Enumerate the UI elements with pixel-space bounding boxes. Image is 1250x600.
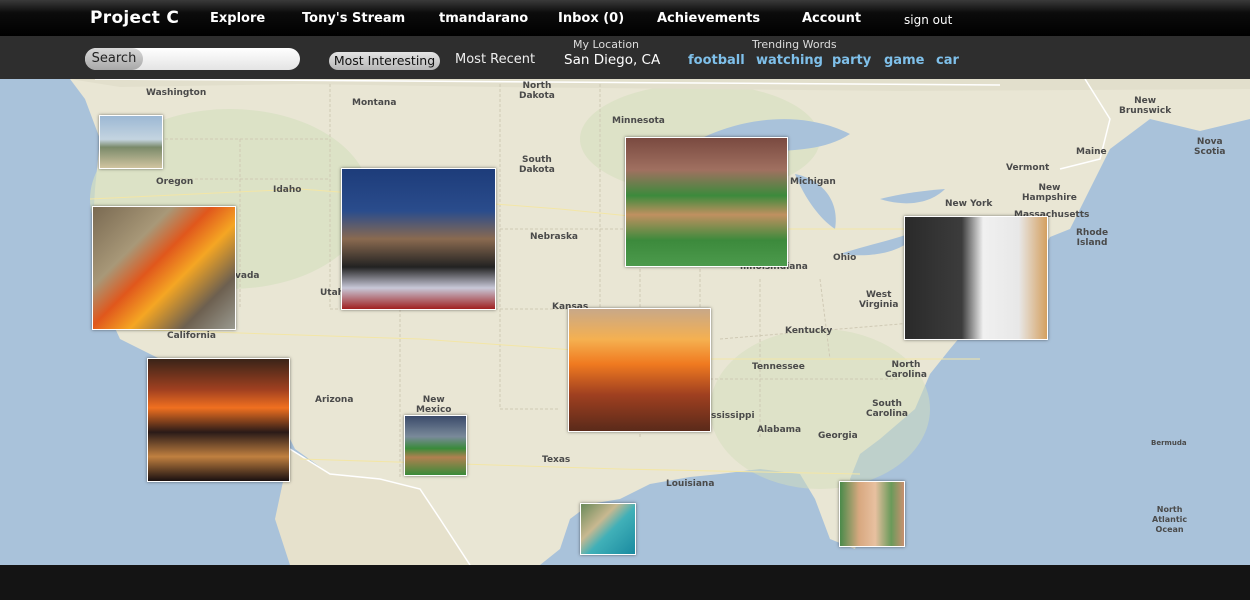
nav-explore[interactable]: Explore <box>210 11 265 26</box>
map-label-montana: Montana <box>352 98 397 108</box>
photo-thumbnail-celebrities[interactable] <box>904 216 1048 340</box>
signout-link[interactable]: sign out <box>904 13 952 27</box>
photo-thumbnail-political-rally[interactable] <box>341 168 496 310</box>
search-toolbar: Search Most Interesting Most Recent My L… <box>0 36 1250 79</box>
search-box: Search <box>85 48 300 70</box>
map-label-texas: Texas <box>542 455 571 465</box>
photo-thumbnail-wildfire-city[interactable] <box>147 358 290 482</box>
nav-tonys-stream[interactable]: Tony's Stream <box>302 11 405 26</box>
photo-thumbnail-burning-car[interactable] <box>92 206 236 330</box>
photo-thumbnail-baseball-field[interactable] <box>404 415 467 476</box>
map-label-tennessee: Tennessee <box>752 362 805 372</box>
photo-thumbnail-beach-party[interactable] <box>839 481 905 547</box>
tab-most-recent[interactable]: Most Recent <box>455 52 535 67</box>
trending-word-football[interactable]: football <box>688 53 745 68</box>
nav-inbox[interactable]: Inbox (0) <box>558 11 624 26</box>
map-label-idaho: Idaho <box>273 185 302 195</box>
map-label-alabama: Alabama <box>757 425 802 435</box>
map-label-georgia: Georgia <box>818 431 858 441</box>
map-label-new-hampshire: New Hampshire <box>1022 183 1077 203</box>
nav-achievements[interactable]: Achievements <box>657 11 760 26</box>
map-label-south-carolina: South Carolina <box>866 399 908 419</box>
map-label-nevada: vada <box>235 271 260 281</box>
trending-word-party[interactable]: party <box>832 53 871 68</box>
tab-most-interesting[interactable]: Most Interesting <box>329 52 440 70</box>
photo-thumbnail-baseball-stadium[interactable] <box>625 137 788 267</box>
map-label-bermuda: Bermuda <box>1151 439 1187 447</box>
photo-thumbnail-coastline[interactable] <box>99 115 163 169</box>
map-label-north-dakota: North Dakota <box>519 81 555 101</box>
map-label-new-york: New York <box>945 199 993 209</box>
map-label-north-atlantic-ocean: North Atlantic Ocean <box>1152 505 1188 534</box>
trending-word-watching[interactable]: watching <box>756 53 823 68</box>
photo-thumbnail-beach-aerial[interactable] <box>580 503 636 555</box>
top-nav-bar: Project C Explore Tony's Stream tmandara… <box>0 0 1250 36</box>
map-label-minnesota: Minnesota <box>612 116 665 126</box>
map-label-new-brunswick: New Brunswick <box>1119 96 1172 116</box>
photo-thumbnail-building-fire[interactable] <box>568 308 711 432</box>
map-label-kentucky: Kentucky <box>785 326 833 336</box>
trending-word-game[interactable]: game <box>884 53 924 68</box>
map-label-south-dakota: South Dakota <box>519 155 555 175</box>
map-label-ohio: Ohio <box>833 253 857 263</box>
map-view[interactable]: Washington Montana North Dakota Minnesot… <box>0 79 1250 565</box>
map-label-louisiana: Louisiana <box>666 479 715 489</box>
location-value[interactable]: San Diego, CA <box>564 52 660 68</box>
trending-label: Trending Words <box>752 38 837 51</box>
map-label-maine: Maine <box>1076 147 1107 157</box>
map-label-nebraska: Nebraska <box>530 232 579 242</box>
map-label-new-mexico: New Mexico <box>416 395 452 415</box>
map-label-mississippi: ssissippi <box>711 411 755 421</box>
footer-bar <box>0 565 1250 600</box>
app-title[interactable]: Project C <box>90 8 179 28</box>
location-label: My Location <box>573 38 640 51</box>
map-label-oregon: Oregon <box>156 177 194 187</box>
map-label-washington: Washington <box>146 88 207 98</box>
search-button[interactable]: Search <box>85 48 143 70</box>
map-label-west-virginia: West Virginia <box>859 290 899 310</box>
map-label-vermont: Vermont <box>1006 163 1050 173</box>
map-label-arizona: Arizona <box>315 395 354 405</box>
map-label-north-carolina: North Carolina <box>885 360 927 380</box>
nav-profile[interactable]: tmandarano <box>439 11 528 26</box>
search-input[interactable] <box>145 50 297 70</box>
nav-account[interactable]: Account <box>802 11 861 26</box>
map-label-rhode-island: Rhode Island <box>1076 228 1109 248</box>
map-label-michigan: Michigan <box>790 177 836 187</box>
trending-word-car[interactable]: car <box>936 53 959 68</box>
map-label-california: California <box>167 331 216 341</box>
map-label-nova-scotia: Nova Scotia <box>1194 137 1226 157</box>
